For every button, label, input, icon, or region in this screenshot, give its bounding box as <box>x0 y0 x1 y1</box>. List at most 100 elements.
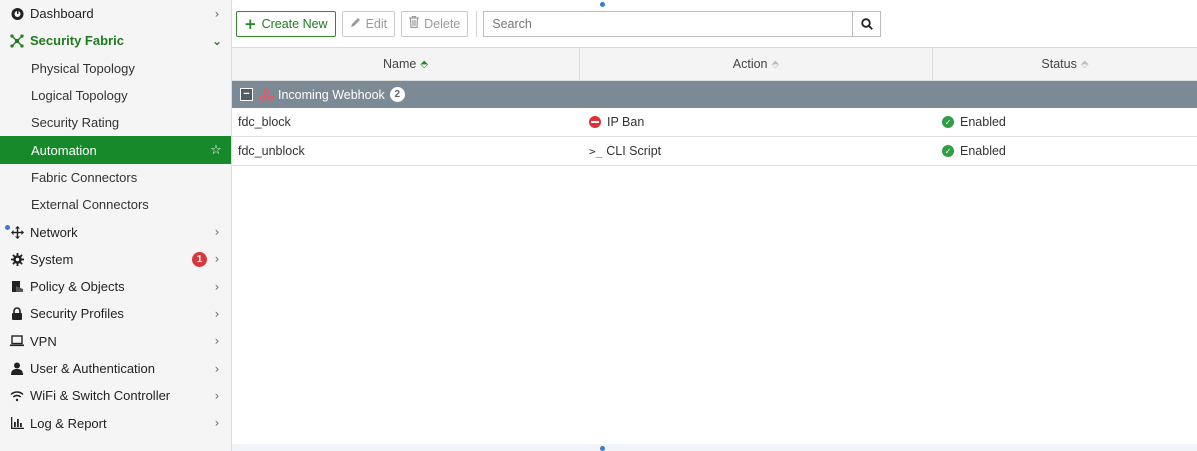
search-icon[interactable] <box>852 11 880 36</box>
chevron-right-icon: › <box>214 334 220 349</box>
chevron-right-icon: › <box>214 279 220 294</box>
sidebar-item-wifi-switch-controller[interactable]: WiFi & Switch Controller › <box>0 382 231 409</box>
network-icon <box>10 225 24 239</box>
chevron-right-icon: › <box>214 388 220 403</box>
group-count-badge: 2 <box>389 87 405 102</box>
sidebar-subitem-security-rating[interactable]: Security Rating <box>0 109 231 136</box>
column-header-action[interactable]: Action ⬘ <box>580 48 933 80</box>
pencil-icon <box>350 16 361 31</box>
sidebar-item-network[interactable]: Network › <box>0 218 231 245</box>
sidebar-item-label: System <box>30 251 74 267</box>
sidebar-item-label: Network <box>30 224 78 240</box>
check-circle-icon: ✓ <box>942 145 954 157</box>
cell-status: ✓ Enabled <box>933 137 1197 165</box>
sidebar-item-label: User & Authentication <box>30 361 156 376</box>
sort-icon: ⬘ <box>1080 58 1089 70</box>
sidebar-item-vpn[interactable]: VPN › <box>0 328 231 355</box>
policy-icon <box>10 280 24 294</box>
sidebar-subitem-logical-topology[interactable]: Logical Topology <box>0 82 231 109</box>
laptop-icon <box>10 334 24 348</box>
automation-table: Name ⬘ Action ⬘ Status ⬘ − Incoming Webh… <box>232 47 1197 166</box>
table-row[interactable]: fdc_unblock >_ CLI Script ✓ Enabled <box>232 137 1197 166</box>
delete-label: Delete <box>424 16 461 31</box>
table-row[interactable]: fdc_block IP Ban ✓ Enabled <box>232 108 1197 137</box>
chevron-down-icon: ⌄ <box>211 33 223 48</box>
create-new-label: Create New <box>261 16 328 31</box>
favorite-star-icon[interactable]: ☆ <box>209 143 223 158</box>
edit-label: Edit <box>365 16 388 31</box>
resize-handle-left[interactable] <box>5 225 10 230</box>
sidebar-subitem-label: Physical Topology <box>31 60 135 76</box>
ban-icon <box>589 116 601 128</box>
chevron-right-icon: › <box>214 252 220 267</box>
chevron-right-icon: › <box>214 306 220 321</box>
dashboard-icon <box>10 7 24 21</box>
lock-icon <box>10 307 24 321</box>
sidebar-subitem-label: External Connectors <box>31 197 149 213</box>
group-row-incoming-webhook[interactable]: − Incoming Webhook 2 <box>232 81 1197 108</box>
security-fabric-icon <box>10 34 24 48</box>
status-label: Enabled <box>960 144 1006 158</box>
collapse-icon[interactable]: − <box>240 88 253 101</box>
search-box <box>483 10 882 37</box>
bar-chart-icon <box>10 416 24 430</box>
resize-handle-top[interactable] <box>600 2 605 7</box>
sidebar-item-label: Policy & Objects <box>30 279 125 295</box>
trash-icon <box>409 15 420 31</box>
resize-handle-bottom[interactable] <box>600 446 605 451</box>
webhook-icon <box>260 88 273 101</box>
sidebar-item-log-report[interactable]: Log & Report › <box>0 409 231 436</box>
delete-button[interactable]: Delete <box>401 10 469 37</box>
cell-name: fdc_block <box>238 115 291 129</box>
column-header-name[interactable]: Name ⬘ <box>232 48 580 80</box>
create-new-button[interactable]: + Create New <box>236 10 336 37</box>
sidebar-item-policy-objects[interactable]: Policy & Objects › <box>0 273 231 300</box>
column-header-label: Status <box>1041 57 1077 71</box>
plus-icon: + <box>244 14 257 33</box>
bottom-scroll-strip <box>232 444 1197 451</box>
group-label: Incoming Webhook <box>278 87 385 102</box>
sidebar-subitem-label: Automation <box>31 142 97 158</box>
chevron-right-icon: › <box>214 361 220 376</box>
sidebar-subitem-external-connectors[interactable]: External Connectors <box>0 191 231 218</box>
sidebar-item-security-profiles[interactable]: Security Profiles › <box>0 300 231 327</box>
table-header: Name ⬘ Action ⬘ Status ⬘ <box>232 47 1197 81</box>
sidebar: Dashboard › Security Fabric ⌄ Physical T… <box>0 0 232 451</box>
cell-name: fdc_unblock <box>238 144 305 158</box>
sidebar-item-label: Log & Report <box>30 415 107 431</box>
action-label: IP Ban <box>607 115 645 129</box>
sidebar-subitem-physical-topology[interactable]: Physical Topology <box>0 55 231 82</box>
toolbar: + Create New Edit Delete <box>232 0 1197 47</box>
check-circle-icon: ✓ <box>942 116 954 128</box>
sidebar-item-security-fabric[interactable]: Security Fabric ⌄ <box>0 27 231 54</box>
column-header-label: Name <box>382 57 417 71</box>
edit-button[interactable]: Edit <box>341 10 396 37</box>
cell-action: >_ CLI Script <box>580 137 933 165</box>
sidebar-subitem-automation[interactable]: Automation ☆ <box>0 136 231 164</box>
sort-asc-icon: ⬘ <box>420 58 429 70</box>
sidebar-item-label: Security Profiles <box>30 306 124 322</box>
sidebar-item-dashboard[interactable]: Dashboard › <box>0 0 231 27</box>
notification-badge: 1 <box>192 251 207 267</box>
sidebar-item-label: Dashboard <box>30 6 94 22</box>
sidebar-subitem-label: Logical Topology <box>31 88 128 104</box>
sidebar-subitem-label: Fabric Connectors <box>31 169 138 185</box>
sidebar-subitem-fabric-connectors[interactable]: Fabric Connectors <box>0 164 231 191</box>
sidebar-item-label: WiFi & Switch Controller <box>30 388 171 404</box>
cli-icon: >_ <box>589 144 603 158</box>
sidebar-item-label: VPN <box>30 333 57 349</box>
wifi-icon <box>10 389 24 403</box>
chevron-right-icon: › <box>214 6 220 21</box>
sidebar-item-system[interactable]: System 1 › <box>0 246 231 273</box>
sidebar-subitem-label: Security Rating <box>31 115 120 131</box>
user-icon <box>10 362 24 376</box>
search-input[interactable] <box>484 11 853 36</box>
gear-icon <box>10 252 24 266</box>
action-label: CLI Script <box>606 144 662 158</box>
toolbar-divider <box>476 10 478 37</box>
column-header-status[interactable]: Status ⬘ <box>933 48 1197 80</box>
chevron-right-icon: › <box>214 416 220 431</box>
sidebar-item-label: Security Fabric <box>30 33 124 49</box>
cell-action: IP Ban <box>580 108 933 136</box>
sidebar-item-user-authentication[interactable]: User & Authentication › <box>0 355 231 382</box>
